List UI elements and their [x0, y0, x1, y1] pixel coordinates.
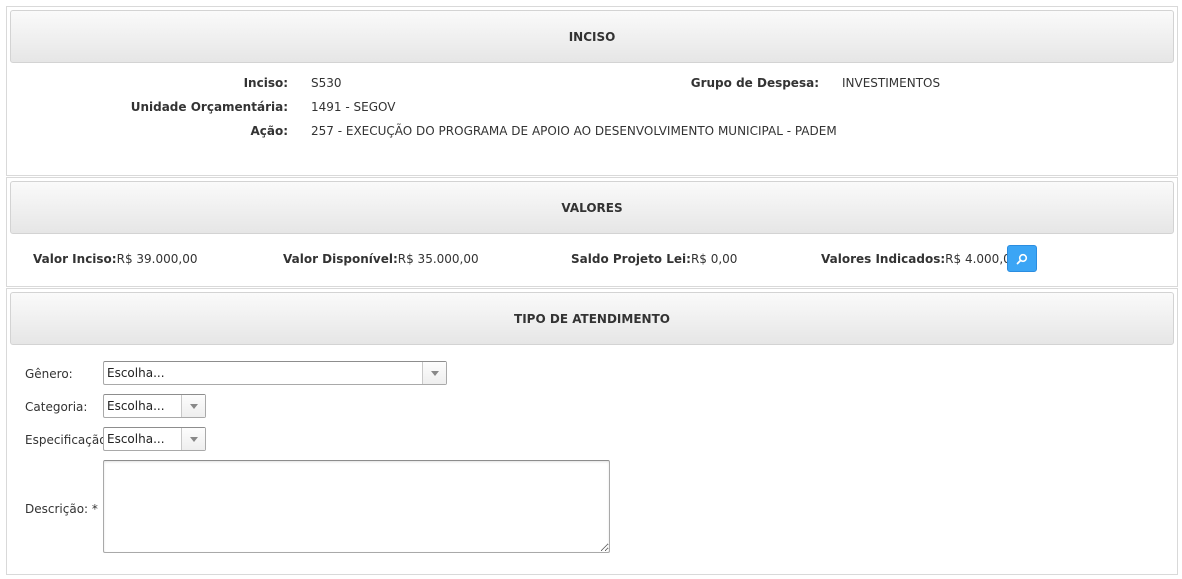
inciso-header: INCISO — [10, 10, 1174, 63]
especificacao-dropdown-toggle[interactable] — [181, 428, 205, 450]
categoria-selected-value: Escolha... — [107, 399, 165, 413]
categoria-select[interactable]: Escolha... — [103, 394, 206, 418]
genero-label: Gênero: — [25, 367, 73, 381]
categoria-label: Categoria: — [25, 400, 88, 414]
grupo-despesa-label: Grupo de Despesa: — [690, 76, 819, 90]
saldo-projeto-lei-value: R$ 0,00 — [690, 252, 738, 266]
descricao-textarea[interactable] — [103, 460, 610, 553]
valor-disponivel: Valor Disponível:R$ 35.000,00 — [283, 252, 479, 266]
saldo-projeto-lei: Saldo Projeto Lei:R$ 0,00 — [571, 252, 737, 266]
inciso-label: Inciso: — [243, 76, 288, 90]
genero-select[interactable]: Escolha... — [103, 361, 447, 385]
tipo-atendimento-panel: TIPO DE ATENDIMENTO Gênero: Escolha... C… — [6, 288, 1178, 575]
saldo-projeto-lei-label: Saldo Projeto Lei: — [571, 252, 691, 266]
inciso-title: INCISO — [568, 29, 616, 44]
inciso-value: S530 — [311, 76, 342, 90]
valores-title: VALORES — [561, 200, 623, 215]
grupo-despesa-value: INVESTIMENTOS — [842, 76, 941, 90]
especificacao-label: Especificação: — [25, 433, 111, 447]
descricao-label: Descrição: * — [25, 502, 98, 516]
chevron-down-icon — [430, 370, 439, 376]
search-icon — [1016, 253, 1028, 264]
inciso-panel: INCISO Inciso: S530 Grupo de Despesa: IN… — [6, 6, 1178, 176]
valores-indicados-search-button[interactable] — [1007, 245, 1037, 272]
chevron-down-icon — [189, 436, 198, 442]
especificacao-selected-value: Escolha... — [107, 432, 165, 446]
acao-label: Ação: — [250, 124, 288, 138]
valor-disponivel-label: Valor Disponível: — [283, 252, 398, 266]
valores-indicados: Valores Indicados:R$ 4.000,00 — [821, 252, 1018, 266]
valor-inciso-value: R$ 39.000,00 — [116, 252, 198, 266]
valores-panel: VALORES Valor Inciso:R$ 39.000,00 Valor … — [6, 177, 1178, 287]
valor-disponivel-value: R$ 35.000,00 — [397, 252, 479, 266]
genero-selected-value: Escolha... — [107, 366, 165, 380]
unidade-orcamentaria-label: Unidade Orçamentária: — [130, 100, 288, 114]
unidade-orcamentaria-value: 1491 - SEGOV — [311, 100, 396, 114]
categoria-dropdown-toggle[interactable] — [181, 395, 205, 417]
tipo-atendimento-title: TIPO DE ATENDIMENTO — [514, 311, 670, 326]
valor-inciso-label: Valor Inciso: — [33, 252, 117, 266]
acao-value: 257 - EXECUÇÃO DO PROGRAMA DE APOIO AO D… — [311, 124, 837, 138]
valores-indicados-label: Valores Indicados: — [821, 252, 946, 266]
valor-inciso: Valor Inciso:R$ 39.000,00 — [33, 252, 197, 266]
genero-dropdown-toggle[interactable] — [422, 362, 446, 384]
especificacao-select[interactable]: Escolha... — [103, 427, 206, 451]
valores-header: VALORES — [10, 181, 1174, 234]
chevron-down-icon — [189, 403, 198, 409]
tipo-atendimento-header: TIPO DE ATENDIMENTO — [10, 292, 1174, 345]
